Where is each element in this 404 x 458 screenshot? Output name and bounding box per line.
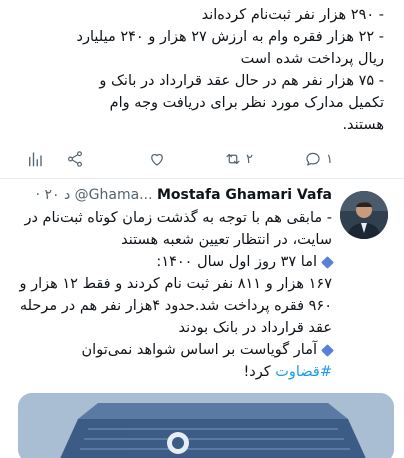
analytics-icon (29, 152, 42, 167)
author-name[interactable]: Mostafa Ghamari Vafa (157, 187, 332, 203)
reply-count: ۱ (326, 151, 333, 167)
tweet-line: عقد قرارداد در بانک بودند (178, 320, 333, 336)
share-icon (68, 151, 82, 167)
share-button[interactable] (66, 146, 84, 172)
tweet-timestamp[interactable]: · ۲۰ د (36, 187, 71, 203)
tweet-line: ریال پرداخت شده است (240, 51, 384, 67)
tweet-line: ۱۶۷ هزار و ۸۱۱ نفر ثبت نام کردند و فقط ۱… (19, 276, 332, 292)
diamond-bullet-icon (321, 255, 334, 269)
tweet-line: اما ۳۷ روز اول سال ۱۴۰۰: (12, 251, 334, 273)
tweet-line: - ۲۹۰ هزار نفر ثبت‌نام کرده‌اند (201, 7, 384, 23)
tweet-header: · ۲۰ د @Ghama... Mostafa Ghamari Vafa (12, 185, 332, 205)
tweet-text: - مابقی هم با توجه به گذشت زمان کوتاه ثب… (12, 207, 334, 383)
tweet-card-2[interactable]: · ۲۰ د @Ghama... Mostafa Ghamari Vafa - … (0, 179, 404, 458)
retweet-count: ۲ (246, 151, 253, 167)
like-button[interactable] (148, 146, 170, 172)
tweet-line: سایت، در انتظار تعیین شعبه هستند (121, 232, 332, 248)
tweet-text: - ۲۹۰ هزار نفر ثبت‌نام کرده‌اند - ۲۲ هزا… (14, 4, 384, 136)
avatar-image (340, 191, 388, 239)
tweet-action-bar: ۲ ۱ (0, 146, 404, 172)
tweet-card-1[interactable]: - ۲۹۰ هزار نفر ثبت‌نام کرده‌اند - ۲۲ هزا… (0, 0, 404, 178)
tweet-line-text: اما ۳۷ روز اول سال ۱۴۰۰: (156, 254, 317, 270)
hashtag-link[interactable]: #قضاوت (275, 364, 332, 380)
retweet-button[interactable]: ۲ (224, 146, 253, 172)
building-photo (18, 393, 394, 458)
author-handle[interactable]: @Ghama... (75, 187, 153, 203)
tweet-line: ۹۶۰ فقره پرداخت شد.حدود ۴هزار نفر هم در … (19, 298, 332, 314)
diamond-bullet-icon (321, 343, 334, 357)
tweet-line-text: کرد! (243, 364, 276, 380)
tweet-media-image[interactable] (18, 393, 394, 458)
tweet-line: تکمیل مدارک مورد نظر برای دریافت وجه وام (109, 95, 384, 111)
reply-button[interactable]: ۱ (304, 146, 333, 172)
tweet-line: - مابقی هم با توجه به گذشت زمان کوتاه ثب… (24, 210, 332, 226)
tweet-line: #قضاوت کرد! (12, 361, 332, 383)
tweet-line: هستند. (342, 117, 384, 133)
tweet-line: - ۷۵ هزار نفر هم در حال عقد قرارداد در ب… (99, 73, 384, 89)
like-icon (151, 153, 163, 166)
tweet-line: - ۲۲ هزار فقره وام به ارزش ۲۷ هزار و ۲۴۰… (76, 29, 384, 45)
avatar[interactable] (340, 191, 388, 239)
reply-icon (306, 152, 320, 166)
retweet-icon (226, 153, 240, 165)
analytics-button[interactable] (26, 146, 44, 172)
tweet-line: آمار گویاست بر اساس شواهد نمی‌توان (12, 339, 334, 361)
tweet-line-text: آمار گویاست بر اساس شواهد نمی‌توان (81, 342, 317, 358)
